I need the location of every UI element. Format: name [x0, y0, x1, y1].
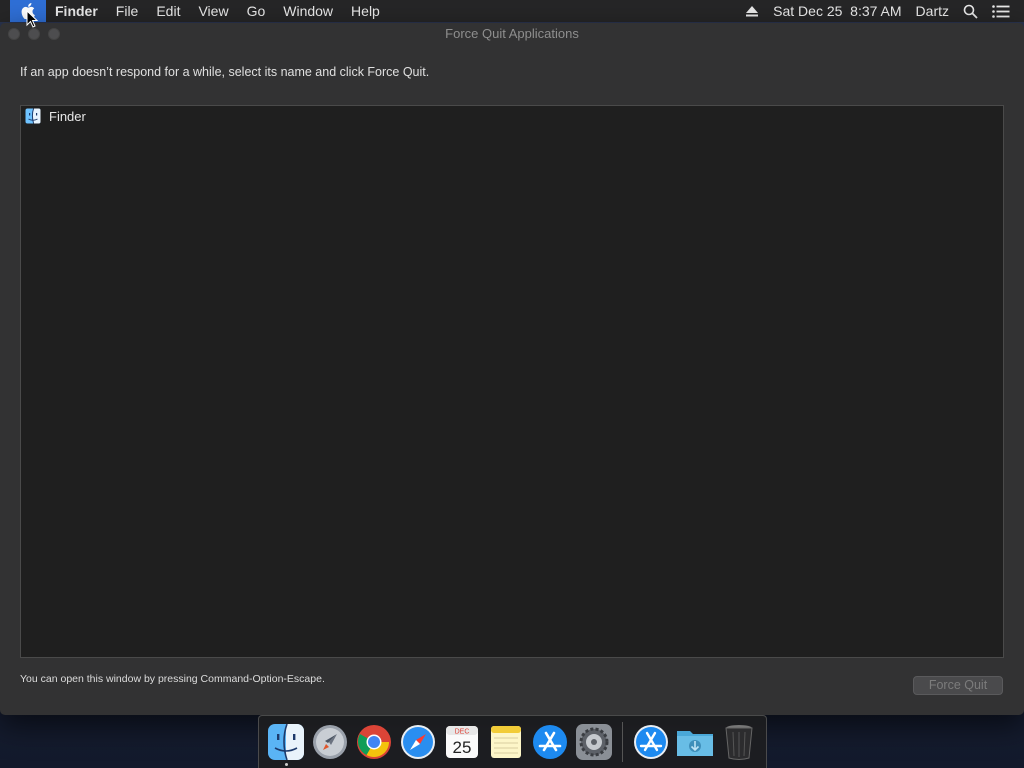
finder-icon: [25, 108, 41, 124]
list-item[interactable]: Finder: [21, 106, 1003, 126]
downloads-folder-icon: [677, 731, 713, 756]
calendar-month: DEC: [455, 729, 470, 736]
calendar-day: 25: [453, 738, 472, 757]
launchpad-icon: [313, 725, 347, 759]
dock-notes[interactable]: [486, 722, 526, 762]
application-list[interactable]: Finder: [20, 105, 1004, 658]
window-title: Force Quit Applications: [445, 26, 579, 41]
menu-help[interactable]: Help: [342, 0, 389, 22]
mouse-pointer-icon: [26, 10, 38, 28]
notification-center-icon[interactable]: [985, 4, 1024, 18]
dock-app-store[interactable]: [530, 722, 570, 762]
title-bar[interactable]: Force Quit Applications: [0, 23, 1024, 45]
search-icon[interactable]: [956, 4, 985, 19]
trash-icon: [725, 725, 753, 760]
system-preferences-icon: [576, 724, 612, 760]
chrome-icon: [357, 725, 391, 759]
menu-file[interactable]: File: [107, 0, 148, 22]
dock-launchpad[interactable]: [310, 722, 350, 762]
menubar-user[interactable]: Dartz: [909, 0, 956, 22]
keyboard-shortcut-hint: You can open this window by pressing Com…: [20, 673, 325, 685]
menu-go[interactable]: Go: [238, 0, 275, 22]
menu-view[interactable]: View: [189, 0, 237, 22]
dock-system-preferences[interactable]: [574, 722, 614, 762]
eject-icon[interactable]: [738, 5, 766, 17]
menu-bar: Finder File Edit View Go Window Help Sat…: [0, 0, 1024, 22]
dock-finder[interactable]: [266, 722, 306, 766]
running-indicator: [284, 763, 288, 766]
dock-separator: [622, 722, 623, 762]
app-store-icon: [533, 725, 567, 759]
app-name: Finder: [49, 108, 86, 124]
safari-icon: [401, 725, 435, 759]
dock: DEC 25: [258, 715, 767, 768]
force-quit-button[interactable]: Force Quit: [913, 676, 1003, 695]
dock-trash[interactable]: [719, 722, 759, 762]
dock-chrome[interactable]: [354, 722, 394, 762]
app-store-icon: [634, 725, 668, 759]
menu-finder[interactable]: Finder: [46, 0, 107, 22]
calendar-icon: DEC 25: [446, 726, 478, 758]
finder-icon: [268, 723, 304, 761]
dock-app-store-2[interactable]: [631, 722, 671, 762]
dock-downloads[interactable]: [675, 722, 715, 762]
force-quit-window: Force Quit Applications If an app doesn’…: [0, 23, 1024, 715]
dock-safari[interactable]: [398, 722, 438, 762]
notes-icon: [491, 726, 521, 758]
menubar-clock[interactable]: Sat Dec 25 8:37 AM: [766, 0, 908, 22]
instructions-text: If an app doesn’t respond for a while, s…: [20, 65, 430, 79]
menu-edit[interactable]: Edit: [147, 0, 189, 22]
menu-window[interactable]: Window: [274, 0, 342, 22]
dock-calendar[interactable]: DEC 25: [442, 722, 482, 762]
